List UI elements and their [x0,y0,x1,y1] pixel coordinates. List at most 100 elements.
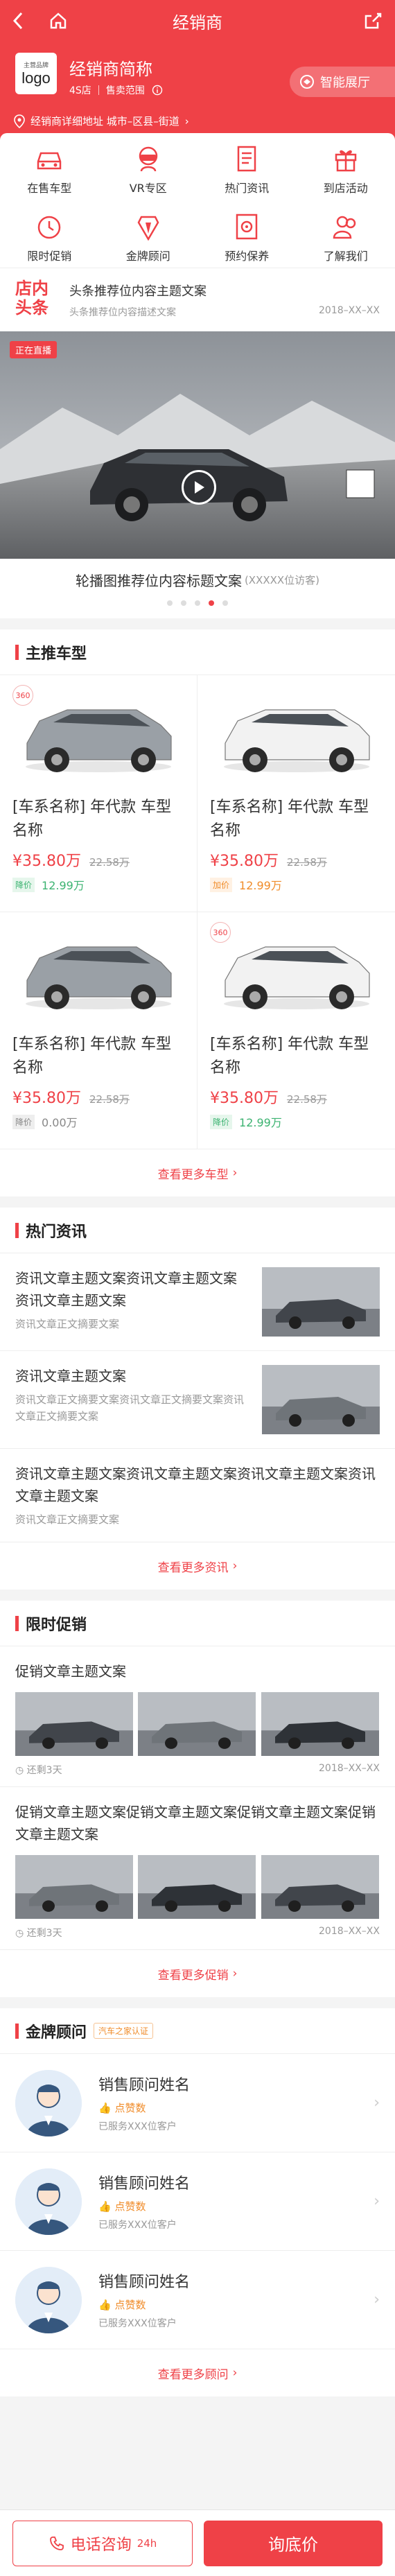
price-row: ¥35.80万 22.58万 [210,1086,383,1108]
news-item[interactable]: 资讯文章主题文案资讯文章正文摘要文案资讯文章正文摘要文案资讯文章正文摘要文案 [0,1351,395,1449]
section-title-text: 热门资讯 [26,1223,87,1241]
advisor-list: 销售顾问姓名 👍 点赞数 已服务XXX位客户 › 销售顾问姓名 👍 点赞数 已服务XXX位客… [0,2054,395,2349]
section-title: 热门资讯 [0,1208,395,1253]
ask-price-button[interactable]: 询底价 [204,2520,383,2566]
home-icon[interactable] [46,8,71,33]
car-old-price: 22.58万 [286,1093,327,1106]
headline-news[interactable]: 店内 头条 头条推荐位内容主题文案 头条推荐位内容描述文案 2018–XX–XX [0,268,395,331]
price-row: ¥35.80万 22.58万 [210,848,383,871]
360-view-icon[interactable]: 360 [210,922,231,943]
sales-scope[interactable]: 售卖范围 [106,83,145,97]
promo-meta: ◷ 还剩3天 2018–XX–XX [15,1763,380,1777]
feature-item[interactable]: 限时促销 [0,211,99,263]
price-diff-tag: 降价 [210,1114,233,1129]
news-item[interactable]: 资讯文章主题文案资讯文章主题文案资讯文章主题文案资讯文章主题文案 资讯文章正文摘要… [0,1449,395,1542]
carousel-dot[interactable] [167,600,173,606]
more-models-link[interactable]: 查看更多车型 › [0,1149,395,1196]
carousel-dot[interactable] [222,600,228,606]
headline-title: 头条推荐位内容主题文案 [69,284,207,299]
page-title: 经销商 [173,12,222,33]
feature-item[interactable]: 在售车型 [0,143,99,195]
feature-item[interactable]: 到店活动 [297,143,395,195]
car-image [12,688,184,785]
price-row: ¥35.80万 22.58万 [12,1086,184,1108]
likes-text: 点赞数 [114,2102,146,2114]
advisor-item[interactable]: 销售顾问姓名 👍 点赞数 已服务XXX位客户 › [0,2251,395,2349]
advisor-likes: 👍 点赞数 [98,2297,374,2312]
carousel-dot[interactable] [181,600,186,606]
promo-image [15,1692,134,1756]
share-icon[interactable] [360,8,385,33]
showroom-icon [300,75,314,89]
carousel-dot[interactable] [209,600,214,606]
promo-remaining-text: 还剩3天 [26,1765,62,1776]
thumbs-up-icon: 👍 [98,2200,115,2213]
hot-news-section: 热门资讯 资讯文章主题文案资讯文章主题文案资讯文章主题文案 资讯文章正文摘要文案资… [0,1208,395,1590]
price-diff-value: 12.99万 [42,879,85,892]
feature-item[interactable]: 预约保养 [198,211,297,263]
phone-consult-button[interactable]: 电话咨询 24h [12,2520,193,2566]
promo-remaining: ◷ 还剩3天 [15,1926,62,1940]
advisor-item[interactable]: 销售顾问姓名 👍 点赞数 已服务XXX位客户 › [0,2152,395,2251]
phone-label: 电话咨询 [70,2536,132,2554]
promo-item[interactable]: 促销文章主题文案 ◷ 还剩3天 2018–XX–XX [0,1646,395,1787]
logo-text: logo [21,69,51,87]
news-summary: 资讯文章正文摘要文案资讯文章正文摘要文案资讯文章正文摘要文案 [15,1393,245,1422]
advisor-item[interactable]: 销售顾问姓名 👍 点赞数 已服务XXX位客户 › [0,2054,395,2152]
vr-icon [132,143,164,175]
banner-carousel[interactable]: 正在直播 轮播图推荐位内容标题文案 (XXXXX位访客) [0,331,395,618]
news-text: 资讯文章主题文案资讯文章主题文案资讯文章主题文案 资讯文章正文摘要文案 [15,1267,249,1337]
feature-item[interactable]: 了解我们 [297,211,395,263]
info-icon[interactable] [152,85,163,96]
price-diff-tag: 降价 [12,1114,35,1129]
dealer-meta: 4S店 售卖范围 [69,83,163,97]
likes-text: 点赞数 [114,2200,146,2213]
more-promo-link[interactable]: 查看更多促销 › [0,1950,395,1997]
360-view-icon[interactable]: 360 [12,685,33,706]
smart-showroom-button[interactable]: 智能展厅 [290,67,395,97]
car-name: [车系名称] 年代款 车型名称 [12,799,172,839]
news-thumbnail [262,1267,380,1337]
feature-item[interactable]: 金牌顾问 [99,211,198,263]
headline-logo: 店内 头条 [15,279,58,322]
car-old-price: 22.58万 [89,1093,130,1106]
car-name: [车系名称] 年代款 车型名称 [210,799,369,839]
car-card[interactable]: 360 [车系名称] 年代款 车型名称 ¥35.80万 22.58万 降价 12.99万 [0,675,198,912]
chevron-right-icon: › [232,1166,238,1180]
play-icon[interactable] [182,470,216,505]
back-icon[interactable] [6,8,30,33]
location-icon [14,114,25,128]
headline-logo-line2: 头条 [15,297,49,317]
news-title: 资讯文章主题文案 [15,1368,126,1384]
feature-label: 在售车型 [27,182,72,195]
car-icon [33,143,65,175]
visitor-count: (XXXXX位访客) [244,573,320,586]
carousel-dot[interactable] [195,600,200,606]
more-label: 查看更多资讯 [157,1560,229,1575]
promo-item[interactable]: 促销文章主题文案促销文章主题文案促销文章主题文案促销文章主题文案 ◷ 还剩3天 20… [0,1787,395,1950]
advisor-avatar [15,2266,82,2333]
price-diff-value: 12.99万 [239,879,282,892]
car-card[interactable]: [车系名称] 年代款 车型名称 ¥35.80万 22.58万 加价 12.99万 [198,675,395,912]
feature-item[interactable]: VR专区 [99,143,198,195]
car-card[interactable]: 360 [车系名称] 年代款 车型名称 ¥35.80万 22.58万 降价 12.99万 [198,912,395,1149]
car-price: ¥35.80万 [210,1090,279,1107]
price-row: ¥35.80万 22.58万 [12,848,184,871]
phone-hours: 24h [137,2536,157,2550]
news-item[interactable]: 资讯文章主题文案资讯文章主题文案资讯文章主题文案 资讯文章正文摘要文案 [0,1253,395,1351]
chevron-right-icon: › [374,2193,380,2210]
more-news-link[interactable]: 查看更多资讯 › [0,1542,395,1590]
banner-image[interactable]: 正在直播 [0,331,395,559]
more-label: 查看更多促销 [157,1968,229,1983]
more-label: 查看更多车型 [157,1167,229,1182]
car-card[interactable]: [车系名称] 年代款 车型名称 ¥35.80万 22.58万 降价 0.00万 [0,912,198,1149]
headline-logo-line1: 店内 [15,278,49,298]
promo-date: 2018–XX–XX [319,1763,380,1774]
promo-remaining-text: 还剩3天 [26,1928,62,1939]
dealer-address[interactable]: 经销商详细地址 城市–区县–街道 › [14,114,189,128]
gift-icon [330,143,362,175]
main-models-section: 主推车型 360 [车系名称] 年代款 车型名称 ¥35.80万 22.58万 降价 12… [0,629,395,1196]
address-text: 经销商详细地址 城市–区县–街道 [30,115,179,128]
feature-item[interactable]: 热门资讯 [198,143,297,195]
more-advisors-link[interactable]: 查看更多顾问 › [0,2349,395,2396]
